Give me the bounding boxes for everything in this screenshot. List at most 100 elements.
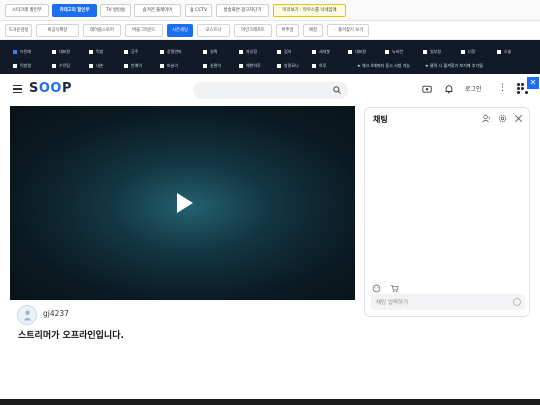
login-button[interactable]: 로그인 bbox=[465, 84, 482, 93]
menu-icon[interactable] bbox=[13, 85, 22, 93]
category-tab-4[interactable]: 버블그라운드 bbox=[125, 24, 163, 37]
checkbox-icon bbox=[239, 64, 243, 68]
checkbox-icon bbox=[13, 50, 17, 54]
streamer-label: 수전탑 bbox=[59, 63, 71, 68]
streamer-label: 검지 bbox=[284, 49, 292, 54]
streamer-checkbox[interactable]: 마술이 bbox=[160, 57, 198, 74]
category-bar: 뜨거운감정 비공식확장 레이블스토어 버블그라운드 시즌세팅 모스트나 마인크래… bbox=[0, 21, 540, 40]
streamer-checkbox[interactable]: 하루 bbox=[312, 57, 347, 74]
category-tab-3[interactable]: 레이블스토어 bbox=[83, 24, 121, 37]
category-tab-10[interactable]: ☆ 즐겨찾기 보기 bbox=[327, 24, 369, 37]
search-input[interactable] bbox=[193, 82, 348, 99]
toolbar-button-4[interactable]: 숨겨진 플레이어 bbox=[134, 4, 181, 17]
toolbar-button-6[interactable]: 방송화면 광고차단기 bbox=[216, 4, 269, 17]
play-icon[interactable] bbox=[177, 193, 193, 213]
checkbox-icon bbox=[52, 64, 56, 68]
streamer-label: 강철연마 bbox=[167, 49, 182, 54]
search-icon[interactable] bbox=[333, 86, 341, 94]
checkbox-icon bbox=[497, 50, 501, 54]
streamer-label: 공주 bbox=[131, 49, 139, 54]
streamer-checkbox[interactable]: 방종묘니 bbox=[277, 57, 310, 74]
chat-panel: 채팅 채팅 입력하기 bbox=[364, 107, 530, 317]
video-player[interactable] bbox=[10, 106, 355, 300]
footer-bar bbox=[0, 399, 540, 405]
checkbox-icon bbox=[312, 50, 316, 54]
streamer-label: 자상함 bbox=[246, 49, 258, 54]
toolbar-button-5[interactable]: 숲 CCTV bbox=[185, 4, 212, 17]
checkbox-icon bbox=[52, 50, 56, 54]
streamer-checkbox[interactable]: 오솔 bbox=[497, 43, 532, 60]
checkbox-icon bbox=[239, 50, 243, 54]
checkbox-icon bbox=[89, 64, 93, 68]
close-icon[interactable] bbox=[514, 114, 523, 123]
streamer-label: 일부왕 bbox=[430, 49, 442, 54]
cart-icon[interactable] bbox=[390, 284, 399, 293]
site-header: SOOP 로그인 ⋮ bbox=[0, 74, 540, 104]
streamer-checkbox[interactable]: 수전탑 bbox=[52, 57, 87, 74]
streamer-checkbox[interactable]: 반예이 bbox=[124, 57, 159, 74]
category-tab-8[interactable]: 버추얼 bbox=[276, 24, 299, 37]
grid-note: ★ 체크 4개까지 동시 시청 가능 bbox=[357, 63, 410, 68]
checkbox-icon bbox=[124, 64, 128, 68]
category-tab-2[interactable]: 비공식확장 bbox=[36, 24, 79, 37]
top-toolbar: 스타크래 할인부 카테고리 할인부 TV 방탄숍 숨겨진 플레이어 숲 CCTV… bbox=[0, 0, 540, 21]
category-tab-label: 즐겨찾기 보기 bbox=[338, 28, 364, 33]
checkbox-icon bbox=[277, 50, 281, 54]
checkbox-icon bbox=[203, 64, 207, 68]
checkbox-icon bbox=[124, 50, 128, 54]
close-icon[interactable]: ✕ bbox=[527, 77, 539, 89]
checkbox-icon bbox=[89, 50, 93, 54]
chat-input-placeholder: 채팅 입력하기 bbox=[376, 300, 409, 306]
streamer-username[interactable]: gj4237 bbox=[43, 309, 69, 318]
checkbox-icon bbox=[385, 50, 389, 54]
streamer-label: 대표왕 bbox=[59, 49, 71, 54]
streamer-label: 세세봇 bbox=[319, 49, 331, 54]
grid-note: ★ 클릭 시 즐겨찾기 보기에 추가됨 bbox=[425, 63, 483, 68]
site-logo[interactable]: SOOP bbox=[29, 81, 72, 96]
checkbox-icon bbox=[461, 50, 465, 54]
streamer-checkbox[interactable]: 송편이 bbox=[203, 57, 236, 74]
checkbox-icon bbox=[348, 50, 352, 54]
toolbar-button-3[interactable]: TV 방탄숍 bbox=[100, 4, 131, 17]
streamer-checkbox[interactable]: 해변하루 bbox=[239, 57, 274, 74]
streamer-label: 송편이 bbox=[210, 63, 222, 68]
checkbox-icon bbox=[160, 50, 164, 54]
streamer-label: 마술이 bbox=[167, 63, 179, 68]
toolbar-button-2[interactable]: 카테고리 할인부 bbox=[52, 4, 97, 17]
offline-message: 스트리머가 오프라인입니다. bbox=[18, 331, 124, 341]
streamer-label: 반예이 bbox=[131, 63, 143, 68]
category-tab-5[interactable]: 시즌세팅 bbox=[167, 24, 193, 37]
streamer-label: 먹방왕 bbox=[20, 63, 32, 68]
checkbox-icon bbox=[277, 64, 281, 68]
avatar[interactable] bbox=[17, 305, 37, 325]
streamer-checkbox[interactable]: 내손 bbox=[89, 57, 124, 74]
emoji-icon[interactable] bbox=[513, 298, 521, 306]
toolbar-button-1[interactable]: 스타크래 할인부 bbox=[5, 4, 49, 17]
streamer-label: 오솔 bbox=[504, 49, 512, 54]
streamer-grid: 뜨린메 대표왕 먹방 공주 강철연마 일찍 자상함 검지 세세봇 대표왕 뉴비런… bbox=[0, 40, 540, 74]
checkbox-icon bbox=[203, 50, 207, 54]
streamer-label: 먹방 bbox=[96, 49, 104, 54]
user-list-icon[interactable] bbox=[482, 114, 491, 123]
checkbox-icon bbox=[312, 64, 316, 68]
streamer-checkbox[interactable]: 먹방왕 bbox=[13, 57, 48, 74]
chat-title: 채팅 bbox=[373, 115, 388, 124]
streamer-label: 뜨린메 bbox=[20, 49, 32, 54]
chat-input[interactable]: 채팅 입력하기 bbox=[371, 294, 525, 310]
category-tab-7[interactable]: 마인크래프트 bbox=[234, 24, 272, 37]
streamer-label: 너랑 bbox=[468, 49, 476, 54]
bell-icon[interactable] bbox=[444, 84, 454, 94]
streamer-label: 뉴비런 bbox=[392, 49, 404, 54]
category-tab-1[interactable]: 뜨거운감정 bbox=[5, 24, 32, 37]
broadcast-icon[interactable] bbox=[422, 84, 432, 94]
streamer-label: 방종묘니 bbox=[284, 63, 299, 68]
category-tab-9[interactable]: 애청 bbox=[303, 24, 323, 37]
toolbar-button-7[interactable]: 미리보기 : 마우스를 낙네임에 bbox=[273, 4, 346, 17]
emoticon-icon[interactable] bbox=[372, 284, 381, 293]
gear-icon[interactable] bbox=[498, 114, 507, 123]
streamer-label: 해변하루 bbox=[246, 63, 261, 68]
checkbox-icon bbox=[423, 50, 427, 54]
more-options-icon[interactable]: ⋮ bbox=[498, 83, 507, 93]
checkbox-icon bbox=[13, 64, 17, 68]
category-tab-6[interactable]: 모스트나 bbox=[197, 24, 230, 37]
